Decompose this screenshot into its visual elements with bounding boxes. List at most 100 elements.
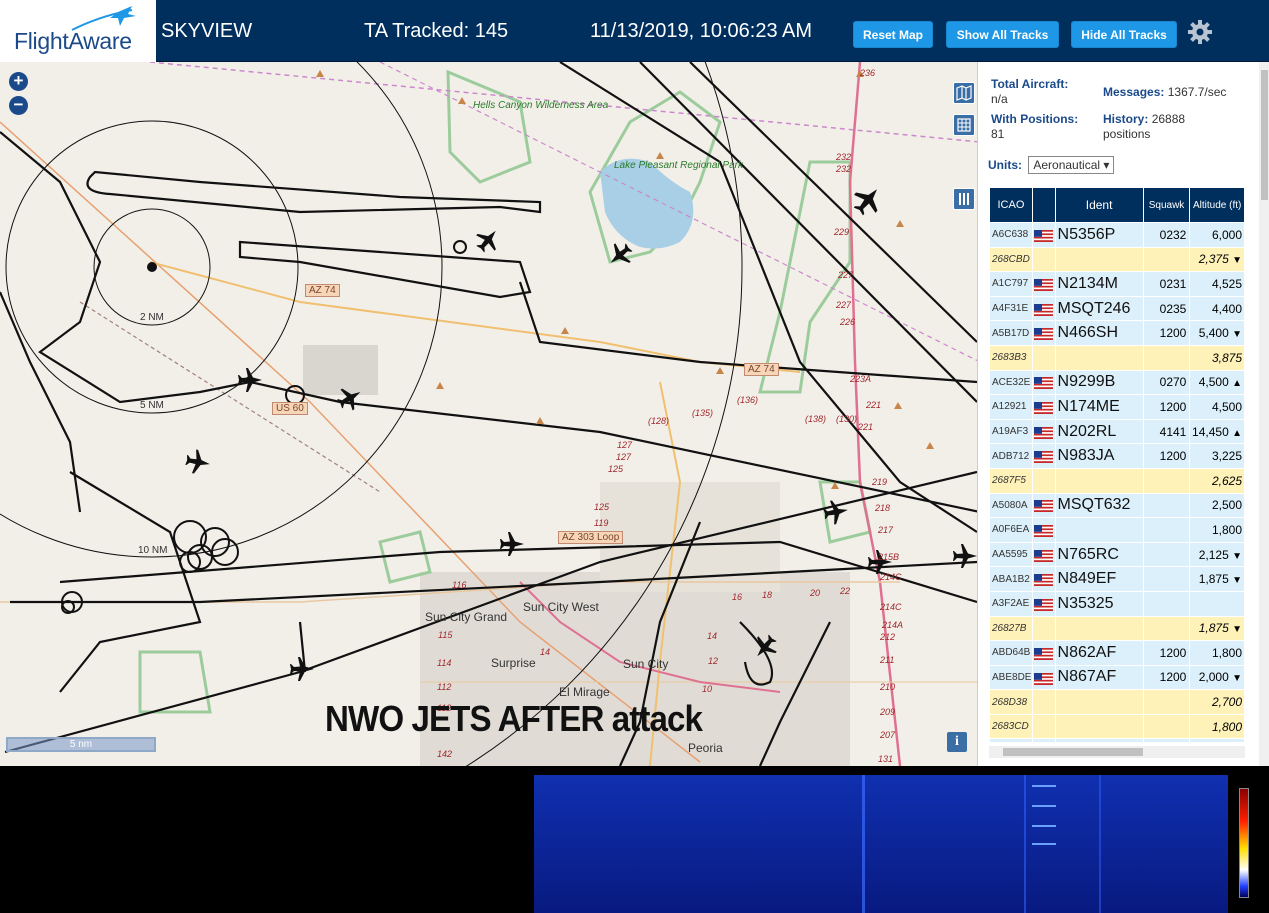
table-row[interactable]: A5080A MSQT632 2,500 — [990, 493, 1244, 518]
altitude-value: 1,875 — [1198, 572, 1229, 587]
table-row[interactable]: A4F31E MSQT246 0235 4,400 — [990, 296, 1244, 321]
flag-cell — [1032, 616, 1055, 641]
table-row[interactable]: 268D38 2,700 — [990, 690, 1244, 714]
col-squawk[interactable]: Squawk — [1143, 188, 1190, 222]
messages-label: Messages: — [1103, 85, 1165, 99]
gear-icon[interactable] — [1187, 19, 1213, 45]
grid-icon[interactable] — [953, 114, 975, 136]
road-number-label: 22 — [840, 586, 851, 596]
units-selected-value: Aeronautical — [1033, 158, 1101, 172]
table-row[interactable]: A3F2AE N35325 — [990, 591, 1244, 616]
aircraft-table-container[interactable]: ICAO Ident Squawk Altitude (ft) A6C638 N5… — [989, 187, 1245, 742]
ident-cell — [1055, 616, 1143, 641]
table-row[interactable]: A5B17D N466SH 1200 5,400 ▼ — [990, 321, 1244, 345]
table-row[interactable]: ADB712 N983JA 1200 3,225 — [990, 444, 1244, 468]
altitude-trend-icon: ▼ — [1232, 550, 1242, 562]
us-flag-icon — [1033, 426, 1053, 439]
altitude-cell: 3,225 — [1190, 444, 1244, 468]
road-number-label: 232 — [836, 152, 852, 162]
ident-cell: N2134M — [1055, 272, 1143, 296]
map-layer-icon[interactable] — [953, 82, 975, 104]
road-number-label: 211 — [880, 655, 895, 665]
squawk-cell — [1143, 616, 1190, 641]
tracked-count: TA Tracked: 145 — [364, 20, 509, 42]
columns-icon[interactable] — [953, 188, 975, 210]
flag-cell — [1032, 223, 1055, 247]
icao-cell: ABE8DE — [990, 665, 1032, 690]
ident-cell: MSQT246 — [1055, 296, 1143, 321]
ident-cell: N35325 — [1055, 591, 1143, 616]
ident-cell: N849EF — [1055, 567, 1143, 591]
history-label: History: — [1103, 112, 1149, 126]
altitude-value: 2,125 — [1198, 547, 1229, 562]
altitude-value: 2,375 — [1198, 252, 1229, 267]
datetime-display: 11/13/2019, 10:06:23 AM — [590, 20, 813, 42]
vertical-scrollbar[interactable] — [1259, 62, 1269, 766]
aircraft-table-body: A6C638 N5356P 0232 6,000 268CBD 2,375 ▼ A1C79… — [990, 223, 1244, 742]
altitude-cell: 1,800 — [1190, 714, 1244, 739]
col-altitude[interactable]: Altitude (ft) — [1190, 188, 1244, 222]
units-select[interactable]: Aeronautical ▾ — [1028, 156, 1115, 174]
label-hells-canyon: Hells Canyon Wilderness Area — [473, 100, 609, 111]
icao-cell: A4F31E — [990, 296, 1032, 321]
flag-cell — [1032, 739, 1055, 742]
table-row[interactable]: A4F9A8 N42DY04527,600 — [990, 739, 1244, 742]
map-view[interactable]: Hells Canyon Wilderness Area Lake Pleasa… — [0, 62, 977, 766]
icao-cell: A6C638 — [990, 223, 1032, 247]
ident-cell: N983JA — [1055, 444, 1143, 468]
col-icao[interactable]: ICAO — [990, 188, 1032, 222]
table-row[interactable]: A6C638 N5356P 0232 6,000 — [990, 223, 1244, 247]
reset-map-button[interactable]: Reset Map — [853, 21, 933, 48]
flightaware-logo[interactable]: FlightAware — [0, 0, 156, 62]
horizontal-scrollbar[interactable] — [989, 746, 1245, 758]
altitude-cell: 6,000 — [1190, 223, 1244, 247]
table-row[interactable]: ACE32E N9299B 0270 4,500 ▲ — [990, 370, 1244, 395]
table-row[interactable]: 268CBD 2,375 ▼ — [990, 247, 1244, 272]
us-flag-icon — [1033, 647, 1053, 660]
table-row[interactable]: AA5595 N765RC 2,125 ▼ — [990, 542, 1244, 567]
col-flag[interactable] — [1032, 188, 1055, 222]
range-label-5nm: 5 NM — [140, 400, 164, 411]
table-row[interactable]: ABD64B N862AF 1200 1,800 — [990, 641, 1244, 665]
info-icon[interactable]: i — [947, 732, 967, 752]
map-canvas[interactable] — [0, 62, 977, 766]
road-number-label: 221 — [866, 400, 882, 410]
aircraft-icon — [500, 532, 524, 556]
altitude-trend-icon: ▲ — [1232, 378, 1242, 390]
show-all-tracks-button[interactable]: Show All Tracks — [946, 21, 1059, 48]
zoom-in-icon[interactable]: + — [9, 72, 28, 91]
altitude-cell: 7,600 — [1190, 739, 1244, 742]
table-row[interactable]: A1C797 N2134M 0231 4,525 — [990, 272, 1244, 296]
flag-cell — [1032, 296, 1055, 321]
ident-cell: N466SH — [1055, 321, 1143, 345]
road-number-label: 14 — [540, 647, 551, 657]
table-row[interactable]: A19AF3 N202RL 4141 14,450 ▲ — [990, 419, 1244, 444]
altitude-cell: 3,875 — [1190, 345, 1244, 370]
table-row[interactable]: ABE8DE N867AF 1200 2,000 ▼ — [990, 665, 1244, 690]
zoom-out-icon[interactable]: − — [9, 96, 28, 115]
flag-cell — [1032, 665, 1055, 690]
flag-cell — [1032, 690, 1055, 714]
icao-cell: 268D38 — [990, 690, 1032, 714]
table-row[interactable]: A0F6EA 1,800 — [990, 518, 1244, 542]
hide-all-tracks-button[interactable]: Hide All Tracks — [1071, 21, 1177, 48]
icao-cell: 2683B3 — [990, 345, 1032, 370]
table-row[interactable]: 2683B3 3,875 — [990, 345, 1244, 370]
altitude-value: 3,225 — [1211, 449, 1242, 464]
road-number-label: 223A — [850, 374, 872, 384]
col-ident[interactable]: Ident — [1055, 188, 1143, 222]
table-row[interactable]: ABA1B2 N849EF 1,875 ▼ — [990, 567, 1244, 591]
table-row[interactable]: 26827B 1,875 ▼ — [990, 616, 1244, 641]
road-number-label: 131 — [878, 754, 894, 764]
label-sun-city: Sun City — [623, 657, 669, 671]
table-row[interactable]: 2683CD 1,800 — [990, 714, 1244, 739]
road-number-label: 214C — [880, 602, 902, 612]
label-el-mirage: El Mirage — [559, 685, 610, 699]
icao-cell: A0F6EA — [990, 518, 1032, 542]
us-flag-icon — [1033, 574, 1053, 587]
table-row[interactable]: A12921 N174ME 1200 4,500 — [990, 395, 1244, 419]
altitude-cell: 4,500 ▲ — [1190, 370, 1244, 395]
flag-cell — [1032, 321, 1055, 345]
road-number-label: 227 — [836, 300, 852, 310]
table-row[interactable]: 2687F5 2,625 — [990, 468, 1244, 493]
